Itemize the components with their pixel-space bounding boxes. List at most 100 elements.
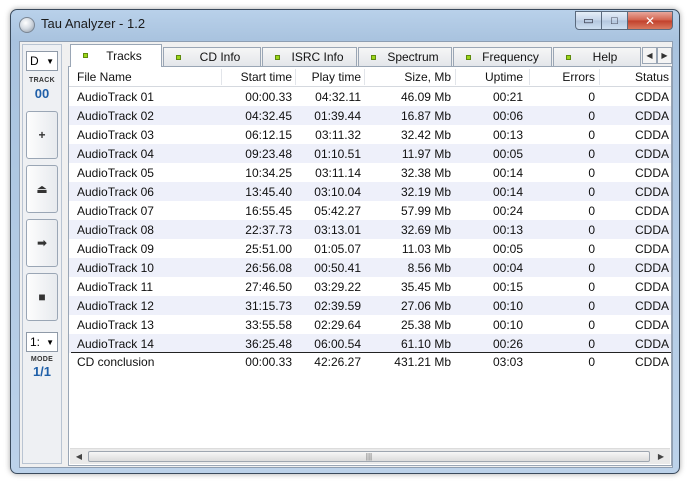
column-header-status[interactable]: Status	[635, 70, 675, 84]
table-cell: 25.38 Mb	[400, 318, 451, 332]
column-header-file-name[interactable]: File Name	[77, 70, 225, 84]
table-cell: 00:10	[492, 299, 523, 313]
tab-label: ISRC Info	[291, 50, 344, 64]
column-header-uptime[interactable]: Uptime	[455, 70, 523, 84]
table-row[interactable]: AudioTrack 02 04:32.45 01:39.44 16.87 Mb 00:…	[69, 106, 671, 125]
table-cell: 61.10 Mb	[400, 337, 451, 351]
table-cell: 00:14	[492, 185, 523, 199]
close-button[interactable]: ✕	[628, 11, 673, 30]
next-button[interactable]: ➡	[26, 219, 58, 267]
column-header-play-time[interactable]: Play time	[297, 70, 361, 84]
table-row[interactable]: AudioTrack 06 13:45.40 03:10.04 32.19 Mb 00:…	[69, 182, 671, 201]
table-row[interactable]: AudioTrack 13 33:55.58 02:29.64 25.38 Mb 00:…	[69, 315, 671, 334]
tab-scroll-left-button[interactable]: ◀	[642, 47, 657, 64]
column-separator[interactable]	[599, 69, 600, 85]
table-row[interactable]: AudioTrack 01 00:00.33 04:32.11 46.09 Mb 00:…	[69, 87, 671, 106]
table-cell: 27.06 Mb	[400, 299, 451, 313]
table-cell: AudioTrack 13	[77, 318, 154, 332]
column-header-errors[interactable]: Errors	[529, 70, 595, 84]
table-row[interactable]: AudioTrack 12 31:15.73 02:39.59 27.06 Mb 00:…	[69, 296, 671, 315]
table-cell: 10:34.25	[245, 166, 292, 180]
table-cell: 0	[588, 261, 595, 275]
table-cell: CDDA	[635, 280, 670, 294]
table-cell: 00:26	[492, 337, 523, 351]
scrollbar-thumb[interactable]: |||	[88, 451, 650, 462]
table-cell: CDDA	[635, 337, 670, 351]
scroll-right-arrow-icon[interactable]: ▶	[653, 449, 669, 464]
table-cell: 00:10	[492, 318, 523, 332]
table-cell: 01:05.07	[314, 242, 361, 256]
table-cell: 0	[588, 223, 595, 237]
table-cell: CDDA	[635, 242, 670, 256]
minimize-button[interactable]: ▭	[575, 11, 602, 30]
tab-cd-info[interactable]: CD Info	[163, 47, 261, 66]
table-cell: 0	[588, 204, 595, 218]
title-bar[interactable]: Tau Analyzer - 1.2 ▭ □ ✕	[11, 10, 679, 38]
status-led-icon	[466, 55, 471, 60]
table-cell: AudioTrack 04	[77, 147, 154, 161]
table-row[interactable]: AudioTrack 07 16:55.45 05:42.27 57.99 Mb 00:…	[69, 201, 671, 220]
scroll-left-arrow-icon[interactable]: ◀	[71, 449, 87, 464]
table-cell: AudioTrack 03	[77, 128, 154, 142]
table-cell: 04:32.45	[245, 109, 292, 123]
table-cell: 8.56 Mb	[407, 261, 451, 275]
column-separator[interactable]	[364, 69, 365, 85]
table-cell: 00:13	[492, 223, 523, 237]
table-cell: 35.45 Mb	[400, 280, 451, 294]
add-button[interactable]: +	[26, 111, 58, 159]
table-cell: 36:25.48	[245, 337, 292, 351]
list-header: File Name Start time Play time Size, Mb …	[69, 67, 671, 87]
table-cell: 06:00.54	[314, 337, 361, 351]
tab-tracks[interactable]: Tracks	[70, 44, 162, 67]
table-cell: 32.19 Mb	[400, 185, 451, 199]
table-cell: 0	[588, 280, 595, 294]
tab-isrc-info[interactable]: ISRC Info	[262, 47, 357, 66]
tab-spectrum[interactable]: Spectrum	[358, 47, 452, 66]
table-row[interactable]: AudioTrack 03 06:12.15 03:11.32 32.42 Mb 00:…	[69, 125, 671, 144]
table-cell: 00:04	[492, 261, 523, 275]
tab-frequency[interactable]: Frequency	[453, 47, 552, 66]
table-cell: 22:37.73	[245, 223, 292, 237]
table-cell: 09:23.48	[245, 147, 292, 161]
mode-select[interactable]: 1: ▼	[26, 332, 58, 352]
table-row[interactable]: AudioTrack 08 22:37.73 03:13.01 32.69 Mb 00:…	[69, 220, 671, 239]
table-cell: 11.97 Mb	[401, 147, 451, 161]
table-cell: 03:11.32	[315, 128, 361, 142]
summary-cell: 42:26.27	[314, 355, 361, 369]
table-cell: 32.69 Mb	[400, 223, 451, 237]
table-cell: 02:29.64	[314, 318, 361, 332]
table-row[interactable]: AudioTrack 05 10:34.25 03:11.14 32.38 Mb 00:…	[69, 163, 671, 182]
stop-icon: ■	[38, 290, 46, 304]
summary-row[interactable]: CD conclusion 00:00.33 42:26.27 431.21 M…	[69, 352, 671, 371]
summary-cell: CD conclusion	[77, 355, 155, 369]
status-led-icon	[83, 53, 88, 58]
tab-scroll-right-button[interactable]: ▶	[657, 47, 672, 64]
table-cell: CDDA	[635, 223, 670, 237]
table-row[interactable]: AudioTrack 04 09:23.48 01:10.51 11.97 Mb 00:…	[69, 144, 671, 163]
column-separator[interactable]	[295, 69, 296, 85]
column-separator[interactable]	[221, 69, 222, 85]
summary-cell: CDDA	[635, 355, 670, 369]
table-row[interactable]: AudioTrack 14 36:25.48 06:00.54 61.10 Mb 00:…	[69, 334, 671, 353]
drive-select[interactable]: D ▼	[26, 51, 58, 71]
table-cell: CDDA	[635, 318, 670, 332]
tab-help[interactable]: Help	[553, 47, 641, 66]
maximize-button[interactable]: □	[602, 11, 628, 30]
table-cell: 00:00.33	[245, 90, 292, 104]
table-cell: CDDA	[635, 147, 670, 161]
tab-label: Frequency	[482, 50, 539, 64]
table-cell: 33:55.58	[245, 318, 292, 332]
tracks-list[interactable]: File Name Start time Play time Size, Mb …	[68, 66, 672, 466]
eject-button[interactable]: ⏏	[26, 165, 58, 213]
horizontal-scrollbar[interactable]: ◀ ||| ▶	[70, 448, 670, 464]
table-cell: 01:39.44	[314, 109, 361, 123]
stop-button[interactable]: ■	[26, 273, 58, 321]
table-cell: AudioTrack 06	[77, 185, 154, 199]
table-row[interactable]: AudioTrack 11 27:46.50 03:29.22 35.45 Mb 00:…	[69, 277, 671, 296]
column-header-size[interactable]: Size, Mb	[367, 70, 451, 84]
table-cell: 16:55.45	[245, 204, 292, 218]
column-header-start-time[interactable]: Start time	[223, 70, 292, 84]
table-cell: 0	[588, 147, 595, 161]
table-row[interactable]: AudioTrack 10 26:56.08 00:50.41 8.56 Mb 00:0…	[69, 258, 671, 277]
table-row[interactable]: AudioTrack 09 25:51.00 01:05.07 11.03 Mb 00:…	[69, 239, 671, 258]
